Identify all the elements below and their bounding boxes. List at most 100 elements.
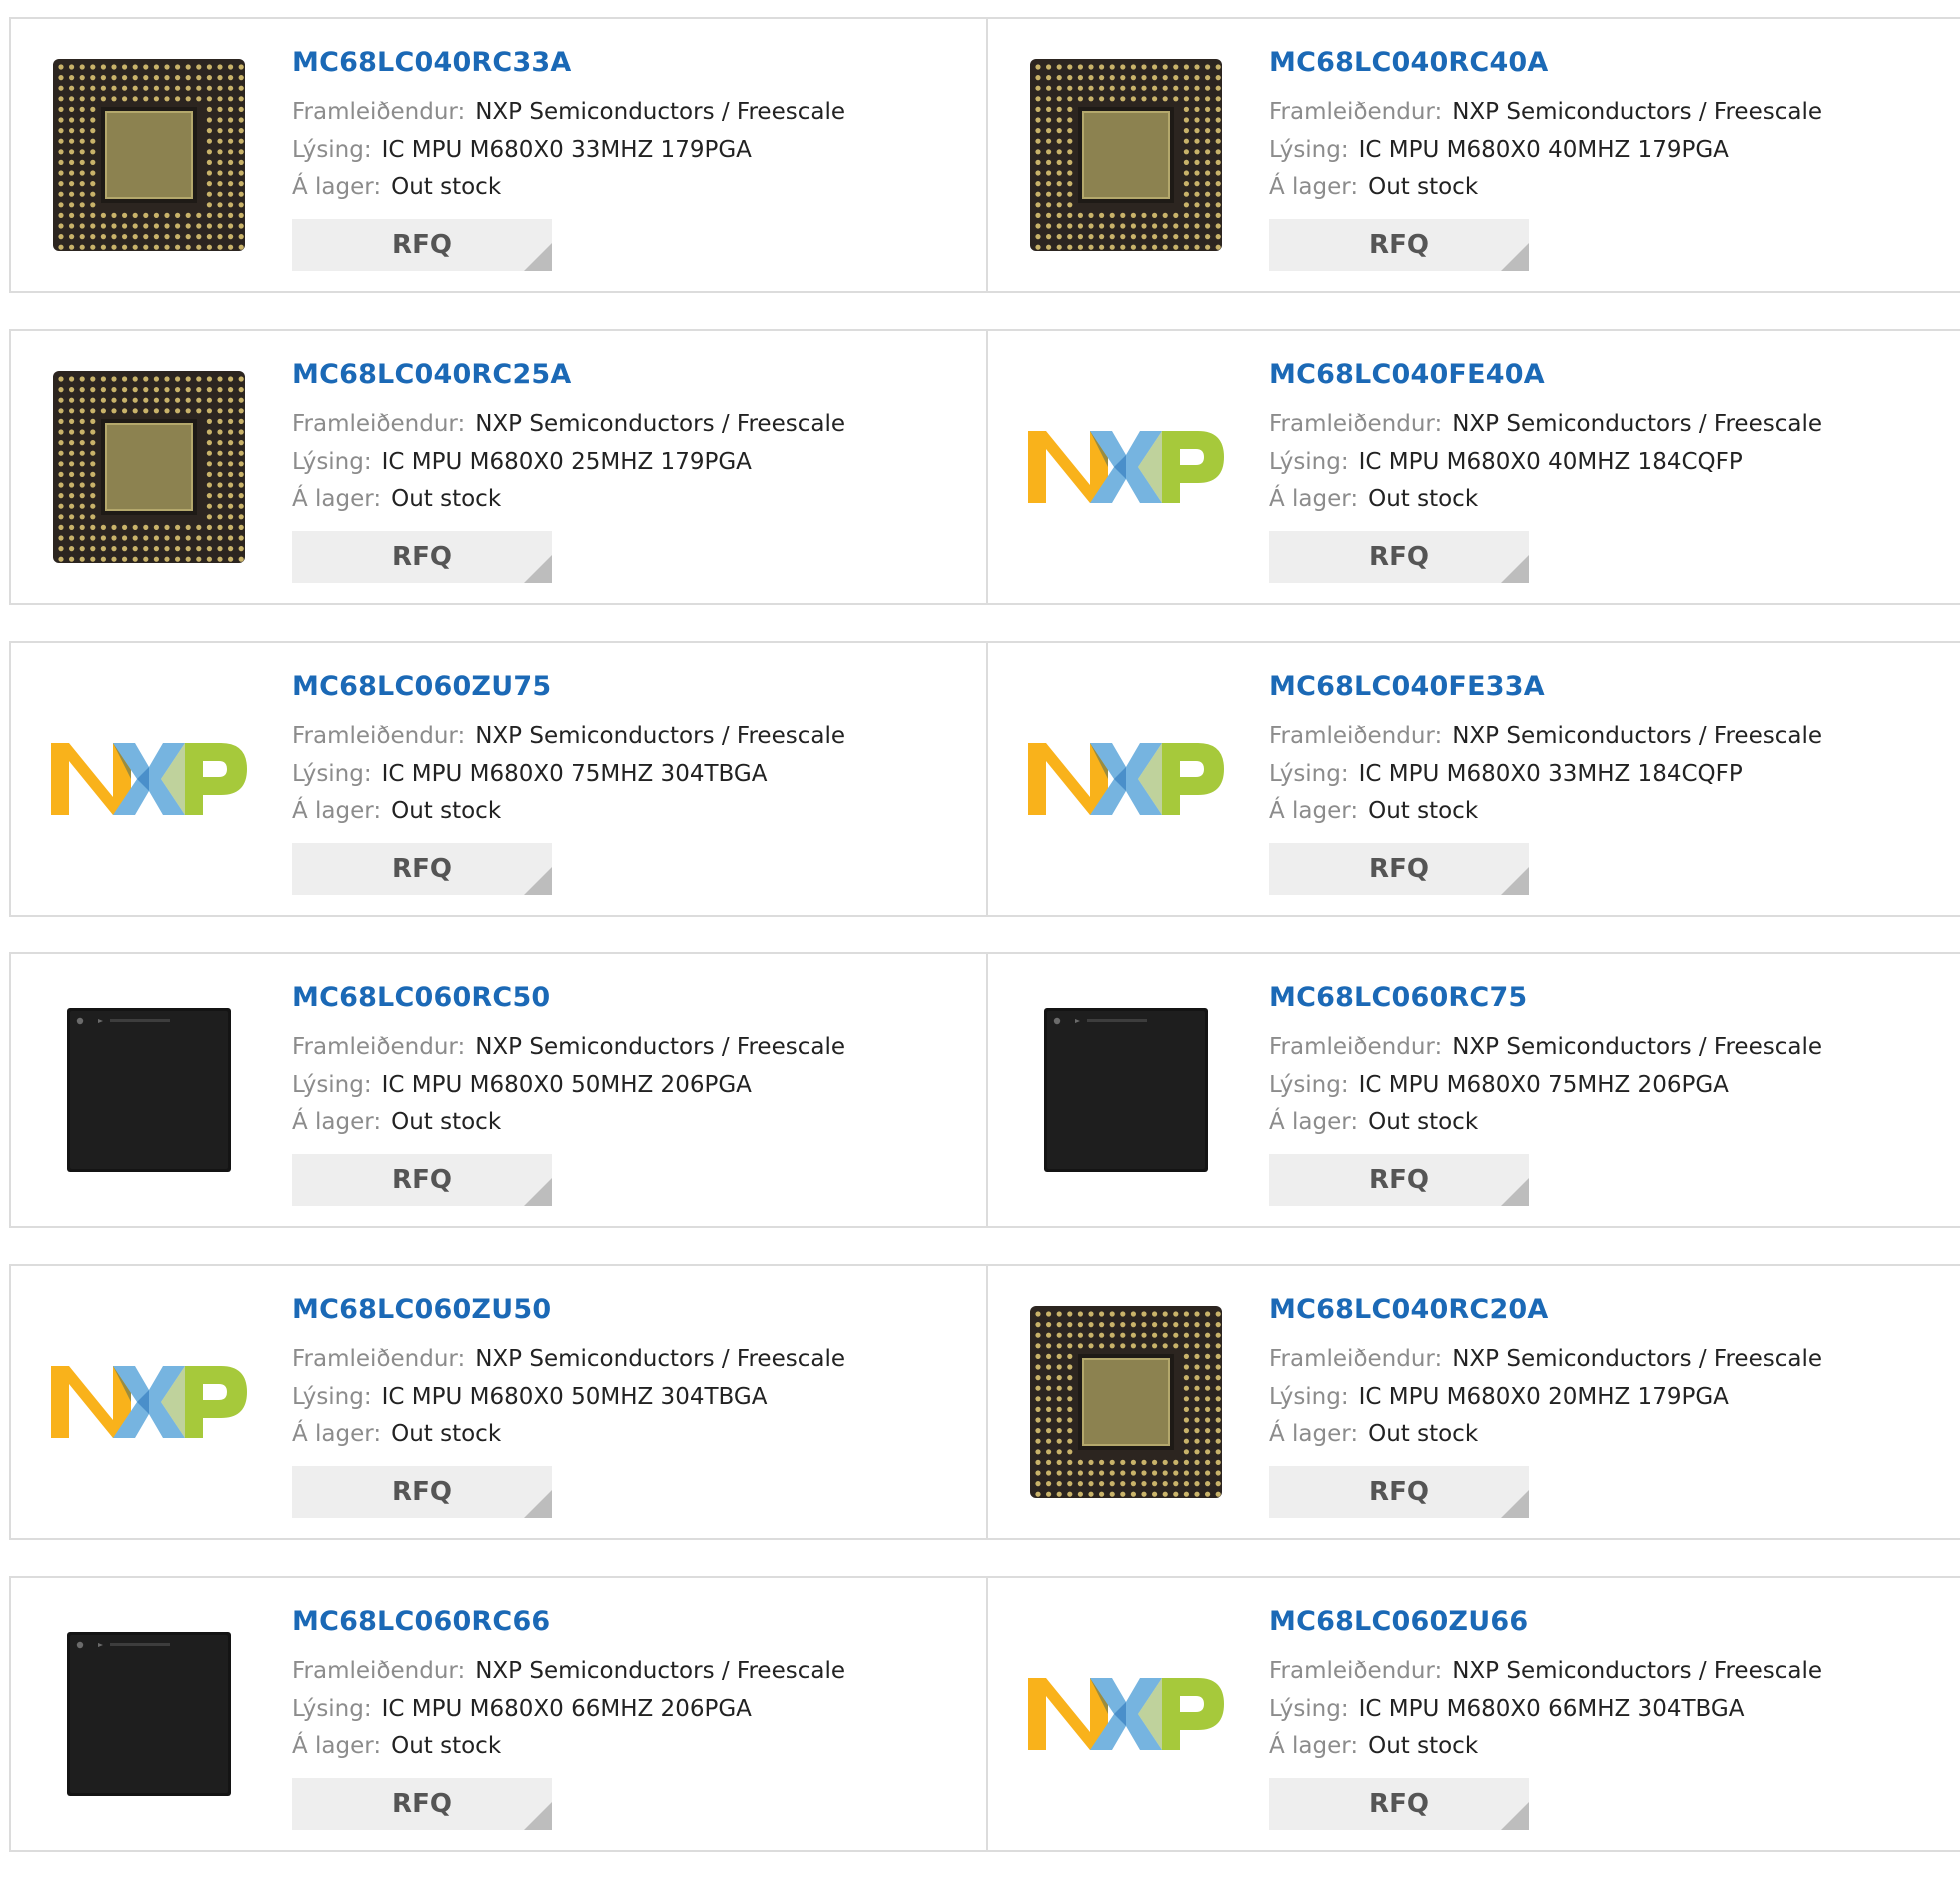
stock-label: Á lager: <box>292 798 382 824</box>
description-label: Lýsing: <box>292 761 372 787</box>
rfq-label: RFQ <box>1369 854 1429 884</box>
pga-chip-image[interactable] <box>1028 57 1224 253</box>
nxp-logo-image[interactable] <box>1028 369 1224 565</box>
description-label: Lýsing: <box>1269 1072 1349 1098</box>
pga-chip-image[interactable] <box>1028 1304 1224 1500</box>
description-line: Lýsing: IC MPU M680X0 33MHZ 179PGA <box>292 137 752 163</box>
nxp-logo-image[interactable] <box>1028 1616 1224 1812</box>
stock-line: Á lager: Out stock <box>292 1109 501 1135</box>
rfq-button[interactable]: RFQ <box>292 219 552 271</box>
nxp-icon <box>1028 431 1224 503</box>
stock-line: Á lager: Out stock <box>292 1733 501 1759</box>
description-value: IC MPU M680X0 20MHZ 179PGA <box>1358 1384 1729 1410</box>
stock-label: Á lager: <box>292 486 382 512</box>
rfq-button[interactable]: RFQ <box>1269 1778 1529 1830</box>
black-chip-image[interactable] <box>51 992 247 1188</box>
product-card: MC68LC060ZU50 Framleiðendur: NXP Semicond… <box>11 1266 988 1538</box>
part-number-link[interactable]: MC68LC060RC50 <box>292 982 550 1013</box>
rfq-button[interactable]: RFQ <box>292 1466 552 1518</box>
rfq-label: RFQ <box>1369 230 1429 260</box>
manufacturer-line: Framleiðendur: NXP Semiconductors / Frees… <box>292 1658 845 1684</box>
pga-chip-image[interactable] <box>51 369 247 565</box>
manufacturer-line: Framleiðendur: NXP Semiconductors / Frees… <box>292 99 845 125</box>
stock-line: Á lager: Out stock <box>1269 798 1478 824</box>
description-value: IC MPU M680X0 40MHZ 184CQFP <box>1358 449 1743 475</box>
pga-icon <box>1030 59 1222 251</box>
corner-triangle-icon <box>524 1490 552 1518</box>
description-line: Lýsing: IC MPU M680X0 66MHZ 304TBGA <box>1269 1696 1744 1722</box>
nxp-logo-image[interactable] <box>1028 681 1224 877</box>
manufacturer-value: NXP Semiconductors / Freescale <box>475 1346 845 1372</box>
product-row: MC68LC040RC25A Framleiðendur: NXP Semicon… <box>9 329 1960 605</box>
stock-value: Out stock <box>391 1109 502 1135</box>
rfq-button[interactable]: RFQ <box>1269 843 1529 895</box>
corner-triangle-icon <box>524 867 552 895</box>
manufacturer-line: Framleiðendur: NXP Semiconductors / Frees… <box>292 723 845 749</box>
description-label: Lýsing: <box>1269 449 1349 475</box>
black-chip-image[interactable] <box>1028 992 1224 1188</box>
product-card: MC68LC060ZU66 Framleiðendur: NXP Semicond… <box>988 1578 1960 1850</box>
part-number-link[interactable]: MC68LC040FE33A <box>1269 671 1545 702</box>
pga-chip-image[interactable] <box>51 57 247 253</box>
product-row: MC68LC060RC66 Framleiðendur: NXP Semicond… <box>9 1576 1960 1852</box>
corner-triangle-icon <box>1501 1490 1529 1518</box>
part-number-link[interactable]: MC68LC040RC40A <box>1269 47 1549 78</box>
part-number-link[interactable]: MC68LC040FE40A <box>1269 359 1545 390</box>
manufacturer-value: NXP Semiconductors / Freescale <box>1452 1346 1822 1372</box>
part-number-link[interactable]: MC68LC060RC66 <box>292 1606 550 1637</box>
stock-label: Á lager: <box>292 1733 382 1759</box>
stock-line: Á lager: Out stock <box>1269 174 1478 200</box>
stock-value: Out stock <box>1368 1733 1479 1759</box>
nxp-icon <box>51 1366 247 1438</box>
manufacturer-label: Framleiðendur: <box>292 99 466 125</box>
rfq-button[interactable]: RFQ <box>1269 1466 1529 1518</box>
rfq-button[interactable]: RFQ <box>1269 1154 1529 1206</box>
stock-line: Á lager: Out stock <box>1269 1109 1478 1135</box>
nxp-logo-image[interactable] <box>51 1304 247 1500</box>
description-value: IC MPU M680X0 66MHZ 206PGA <box>381 1696 752 1722</box>
rfq-button[interactable]: RFQ <box>292 1778 552 1830</box>
product-card: MC68LC060ZU75 Framleiðendur: NXP Semicond… <box>11 643 988 915</box>
pga-icon <box>53 371 245 563</box>
rfq-label: RFQ <box>1369 1165 1429 1195</box>
product-card: MC68LC040FE40A Framleiðendur: NXP Semicon… <box>988 331 1960 603</box>
stock-value: Out stock <box>391 1733 502 1759</box>
black-chip-image[interactable] <box>51 1616 247 1812</box>
rfq-button[interactable]: RFQ <box>1269 219 1529 271</box>
rfq-button[interactable]: RFQ <box>292 531 552 583</box>
part-number-link[interactable]: MC68LC060ZU66 <box>1269 1606 1528 1637</box>
description-value: IC MPU M680X0 25MHZ 179PGA <box>381 449 752 475</box>
stock-value: Out stock <box>391 1421 502 1447</box>
manufacturer-line: Framleiðendur: NXP Semiconductors / Frees… <box>1269 1346 1822 1372</box>
manufacturer-label: Framleiðendur: <box>1269 411 1443 437</box>
part-number-link[interactable]: MC68LC060ZU75 <box>292 671 551 702</box>
part-number-link[interactable]: MC68LC060ZU50 <box>292 1294 551 1325</box>
part-number-link[interactable]: MC68LC040RC25A <box>292 359 572 390</box>
corner-triangle-icon <box>1501 555 1529 583</box>
nxp-logo-image[interactable] <box>51 681 247 877</box>
part-number-link[interactable]: MC68LC040RC20A <box>1269 1294 1549 1325</box>
manufacturer-label: Framleiðendur: <box>292 411 466 437</box>
rfq-button[interactable]: RFQ <box>1269 531 1529 583</box>
stock-label: Á lager: <box>1269 1109 1359 1135</box>
manufacturer-value: NXP Semiconductors / Freescale <box>1452 411 1822 437</box>
manufacturer-line: Framleiðendur: NXP Semiconductors / Frees… <box>292 1346 845 1372</box>
rfq-label: RFQ <box>392 854 452 884</box>
rfq-label: RFQ <box>392 1477 452 1507</box>
manufacturer-label: Framleiðendur: <box>1269 1658 1443 1684</box>
part-number-link[interactable]: MC68LC060RC75 <box>1269 982 1527 1013</box>
description-value: IC MPU M680X0 75MHZ 304TBGA <box>381 761 768 787</box>
rfq-button[interactable]: RFQ <box>292 843 552 895</box>
rfq-label: RFQ <box>1369 1789 1429 1819</box>
description-line: Lýsing: IC MPU M680X0 66MHZ 206PGA <box>292 1696 752 1722</box>
manufacturer-line: Framleiðendur: NXP Semiconductors / Frees… <box>1269 1658 1822 1684</box>
product-card: MC68LC040RC20A Framleiðendur: NXP Semicon… <box>988 1266 1960 1538</box>
corner-triangle-icon <box>524 555 552 583</box>
description-line: Lýsing: IC MPU M680X0 40MHZ 184CQFP <box>1269 449 1743 475</box>
description-value: IC MPU M680X0 40MHZ 179PGA <box>1358 137 1729 163</box>
part-number-link[interactable]: MC68LC040RC33A <box>292 47 572 78</box>
description-value: IC MPU M680X0 33MHZ 179PGA <box>381 137 752 163</box>
rfq-button[interactable]: RFQ <box>292 1154 552 1206</box>
manufacturer-label: Framleiðendur: <box>292 1034 466 1060</box>
product-card: MC68LC040RC25A Framleiðendur: NXP Semicon… <box>11 331 988 603</box>
